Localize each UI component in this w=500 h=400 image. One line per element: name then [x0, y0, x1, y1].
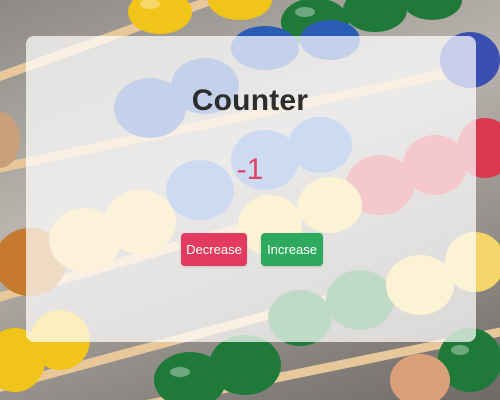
- page-title: Counter: [191, 84, 309, 117]
- counter-value: -1: [236, 153, 264, 186]
- increase-button[interactable]: Increase: [261, 233, 323, 266]
- counter-card: [26, 36, 476, 342]
- app-stage: Counter -1 Decrease Increase: [0, 0, 500, 400]
- decrease-button[interactable]: Decrease: [181, 233, 247, 266]
